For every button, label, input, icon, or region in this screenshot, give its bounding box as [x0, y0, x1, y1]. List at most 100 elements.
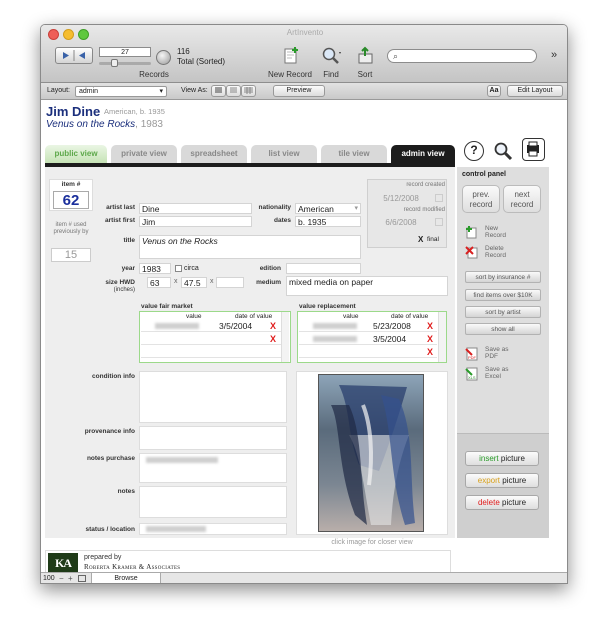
preview-button[interactable]: Preview: [273, 85, 325, 97]
show-all-button[interactable]: show all: [465, 323, 541, 335]
toggle-toolbar-icon[interactable]: [78, 575, 86, 582]
year-field[interactable]: 1983: [139, 263, 171, 274]
new-record-link[interactable]: New Record: [485, 225, 515, 239]
final-checkbox[interactable]: X: [418, 235, 423, 244]
text-format-button[interactable]: Aa: [487, 85, 501, 97]
delete-row-icon[interactable]: X: [270, 334, 276, 344]
save-as-pdf-link[interactable]: Save as PDF: [485, 346, 521, 360]
table-row[interactable]: [141, 346, 281, 358]
value-column-header: value: [186, 313, 202, 320]
toolbar-overflow-chevron[interactable]: »: [551, 49, 557, 61]
medium-field[interactable]: mixed media on paper: [286, 276, 448, 296]
nationality-label: nationality: [258, 204, 291, 211]
edition-field[interactable]: [286, 263, 361, 274]
tab-tile-view[interactable]: tile view: [321, 145, 387, 163]
condition-info-field[interactable]: [139, 371, 287, 423]
calendar-icon[interactable]: [435, 194, 443, 202]
prev-record-button[interactable]: prev. record: [462, 185, 500, 213]
delete-picture-button[interactable]: delete picture: [465, 495, 539, 510]
zoom-level[interactable]: 100: [43, 575, 55, 582]
table-view-button[interactable]: [241, 85, 256, 97]
table-row[interactable]: 3/5/2004: [299, 333, 437, 345]
new-record-icon[interactable]: [281, 46, 301, 66]
record-number-field[interactable]: 27: [99, 47, 151, 57]
status-location-field[interactable]: [139, 523, 287, 535]
record-navigator[interactable]: [55, 47, 93, 64]
find-items-over-10k-button[interactable]: find items over $10K: [465, 289, 541, 301]
save-as-excel-link[interactable]: Save as Excel: [485, 366, 521, 380]
magnifier-icon[interactable]: [493, 141, 513, 161]
new-record-label[interactable]: New Record: [263, 70, 317, 79]
scrollbar[interactable]: [438, 312, 446, 362]
tab-spreadsheet[interactable]: spreadsheet: [181, 145, 247, 163]
records-label: Records: [139, 70, 169, 79]
used-previously-label: item # used previously by: [53, 222, 89, 235]
artist-last-field[interactable]: Dine: [139, 203, 252, 214]
dates-field[interactable]: b. 1935: [295, 216, 361, 227]
delete-row-icon[interactable]: X: [427, 321, 433, 331]
table-row[interactable]: 5/23/2008: [299, 320, 437, 332]
notes-label: notes: [117, 488, 135, 495]
layout-select[interactable]: admin ▾: [75, 86, 167, 97]
zoom-out-icon[interactable]: −: [59, 574, 64, 583]
sort-icon[interactable]: [355, 46, 377, 66]
artwork-title-heading: Venus on the Rocks, 1983: [46, 119, 163, 130]
table-row[interactable]: [299, 346, 437, 358]
table-row[interactable]: [141, 333, 281, 345]
width-field[interactable]: 47.5: [181, 277, 207, 288]
tab-list-view[interactable]: list view: [251, 145, 317, 163]
height-field[interactable]: 63: [147, 277, 171, 288]
table-row[interactable]: 3/5/2004: [141, 320, 281, 332]
circa-label: circa: [184, 265, 199, 272]
help-button[interactable]: ?: [464, 141, 484, 161]
tab-admin-view[interactable]: admin view: [391, 145, 455, 163]
slider-thumb[interactable]: [111, 59, 118, 67]
excel-icon[interactable]: XLS: [465, 367, 481, 381]
search-field[interactable]: ⌕: [387, 49, 537, 63]
delete-document-icon[interactable]: [465, 245, 479, 259]
export-picture-button[interactable]: export picture: [465, 473, 539, 488]
record-slider[interactable]: [99, 59, 151, 67]
tab-public-view[interactable]: public view: [45, 145, 107, 163]
mode-indicator[interactable]: Browse: [91, 573, 161, 583]
circa-checkbox[interactable]: [175, 265, 182, 272]
find-label[interactable]: Find: [319, 70, 343, 79]
sort-by-artist-button[interactable]: sort by artist: [465, 306, 541, 318]
item-number-value[interactable]: 62: [53, 191, 89, 209]
delete-row-icon[interactable]: X: [427, 347, 433, 357]
next-record-button[interactable]: next record: [503, 185, 541, 213]
record-created-label: record created: [406, 182, 445, 188]
zoom-in-icon[interactable]: +: [68, 574, 73, 583]
scrollbar[interactable]: [281, 312, 289, 362]
artist-meta: American, b. 1935: [104, 107, 165, 116]
list-view-button[interactable]: [226, 85, 241, 97]
artist-heading: Jim Dine: [46, 104, 101, 119]
pdf-icon[interactable]: PDF: [465, 347, 481, 361]
delete-record-link[interactable]: Delete Record: [485, 245, 515, 259]
notes-purchase-field[interactable]: [139, 453, 287, 483]
artist-first-field[interactable]: Jim: [139, 216, 252, 227]
title-field[interactable]: Venus on the Rocks: [139, 235, 361, 259]
nationality-select[interactable]: American ▾: [295, 203, 361, 214]
magnifier-icon[interactable]: [321, 46, 343, 66]
add-document-icon[interactable]: [465, 225, 479, 239]
calendar-icon[interactable]: [435, 218, 443, 226]
dates-label: dates: [274, 217, 291, 224]
notes-field[interactable]: [139, 486, 287, 518]
total-label: Total (Sorted): [177, 57, 226, 66]
delete-row-icon[interactable]: X: [270, 321, 276, 331]
insert-picture-button[interactable]: insert picture: [465, 451, 539, 466]
tab-private-view[interactable]: private view: [111, 145, 177, 163]
provenance-info-field[interactable]: [139, 426, 287, 450]
print-button[interactable]: [522, 138, 545, 161]
view-as-label: View As:: [181, 87, 208, 94]
sort-by-insurance-button[interactable]: sort by insurance #: [465, 271, 541, 283]
prepared-by-label: prepared by: [84, 554, 122, 561]
previous-item-number[interactable]: 15: [51, 248, 91, 262]
delete-row-icon[interactable]: X: [427, 334, 433, 344]
artwork-image[interactable]: [318, 374, 424, 532]
form-view-button[interactable]: [211, 85, 226, 97]
sort-label[interactable]: Sort: [353, 70, 377, 79]
edit-layout-button[interactable]: Edit Layout: [507, 85, 563, 97]
depth-field[interactable]: [216, 277, 244, 288]
